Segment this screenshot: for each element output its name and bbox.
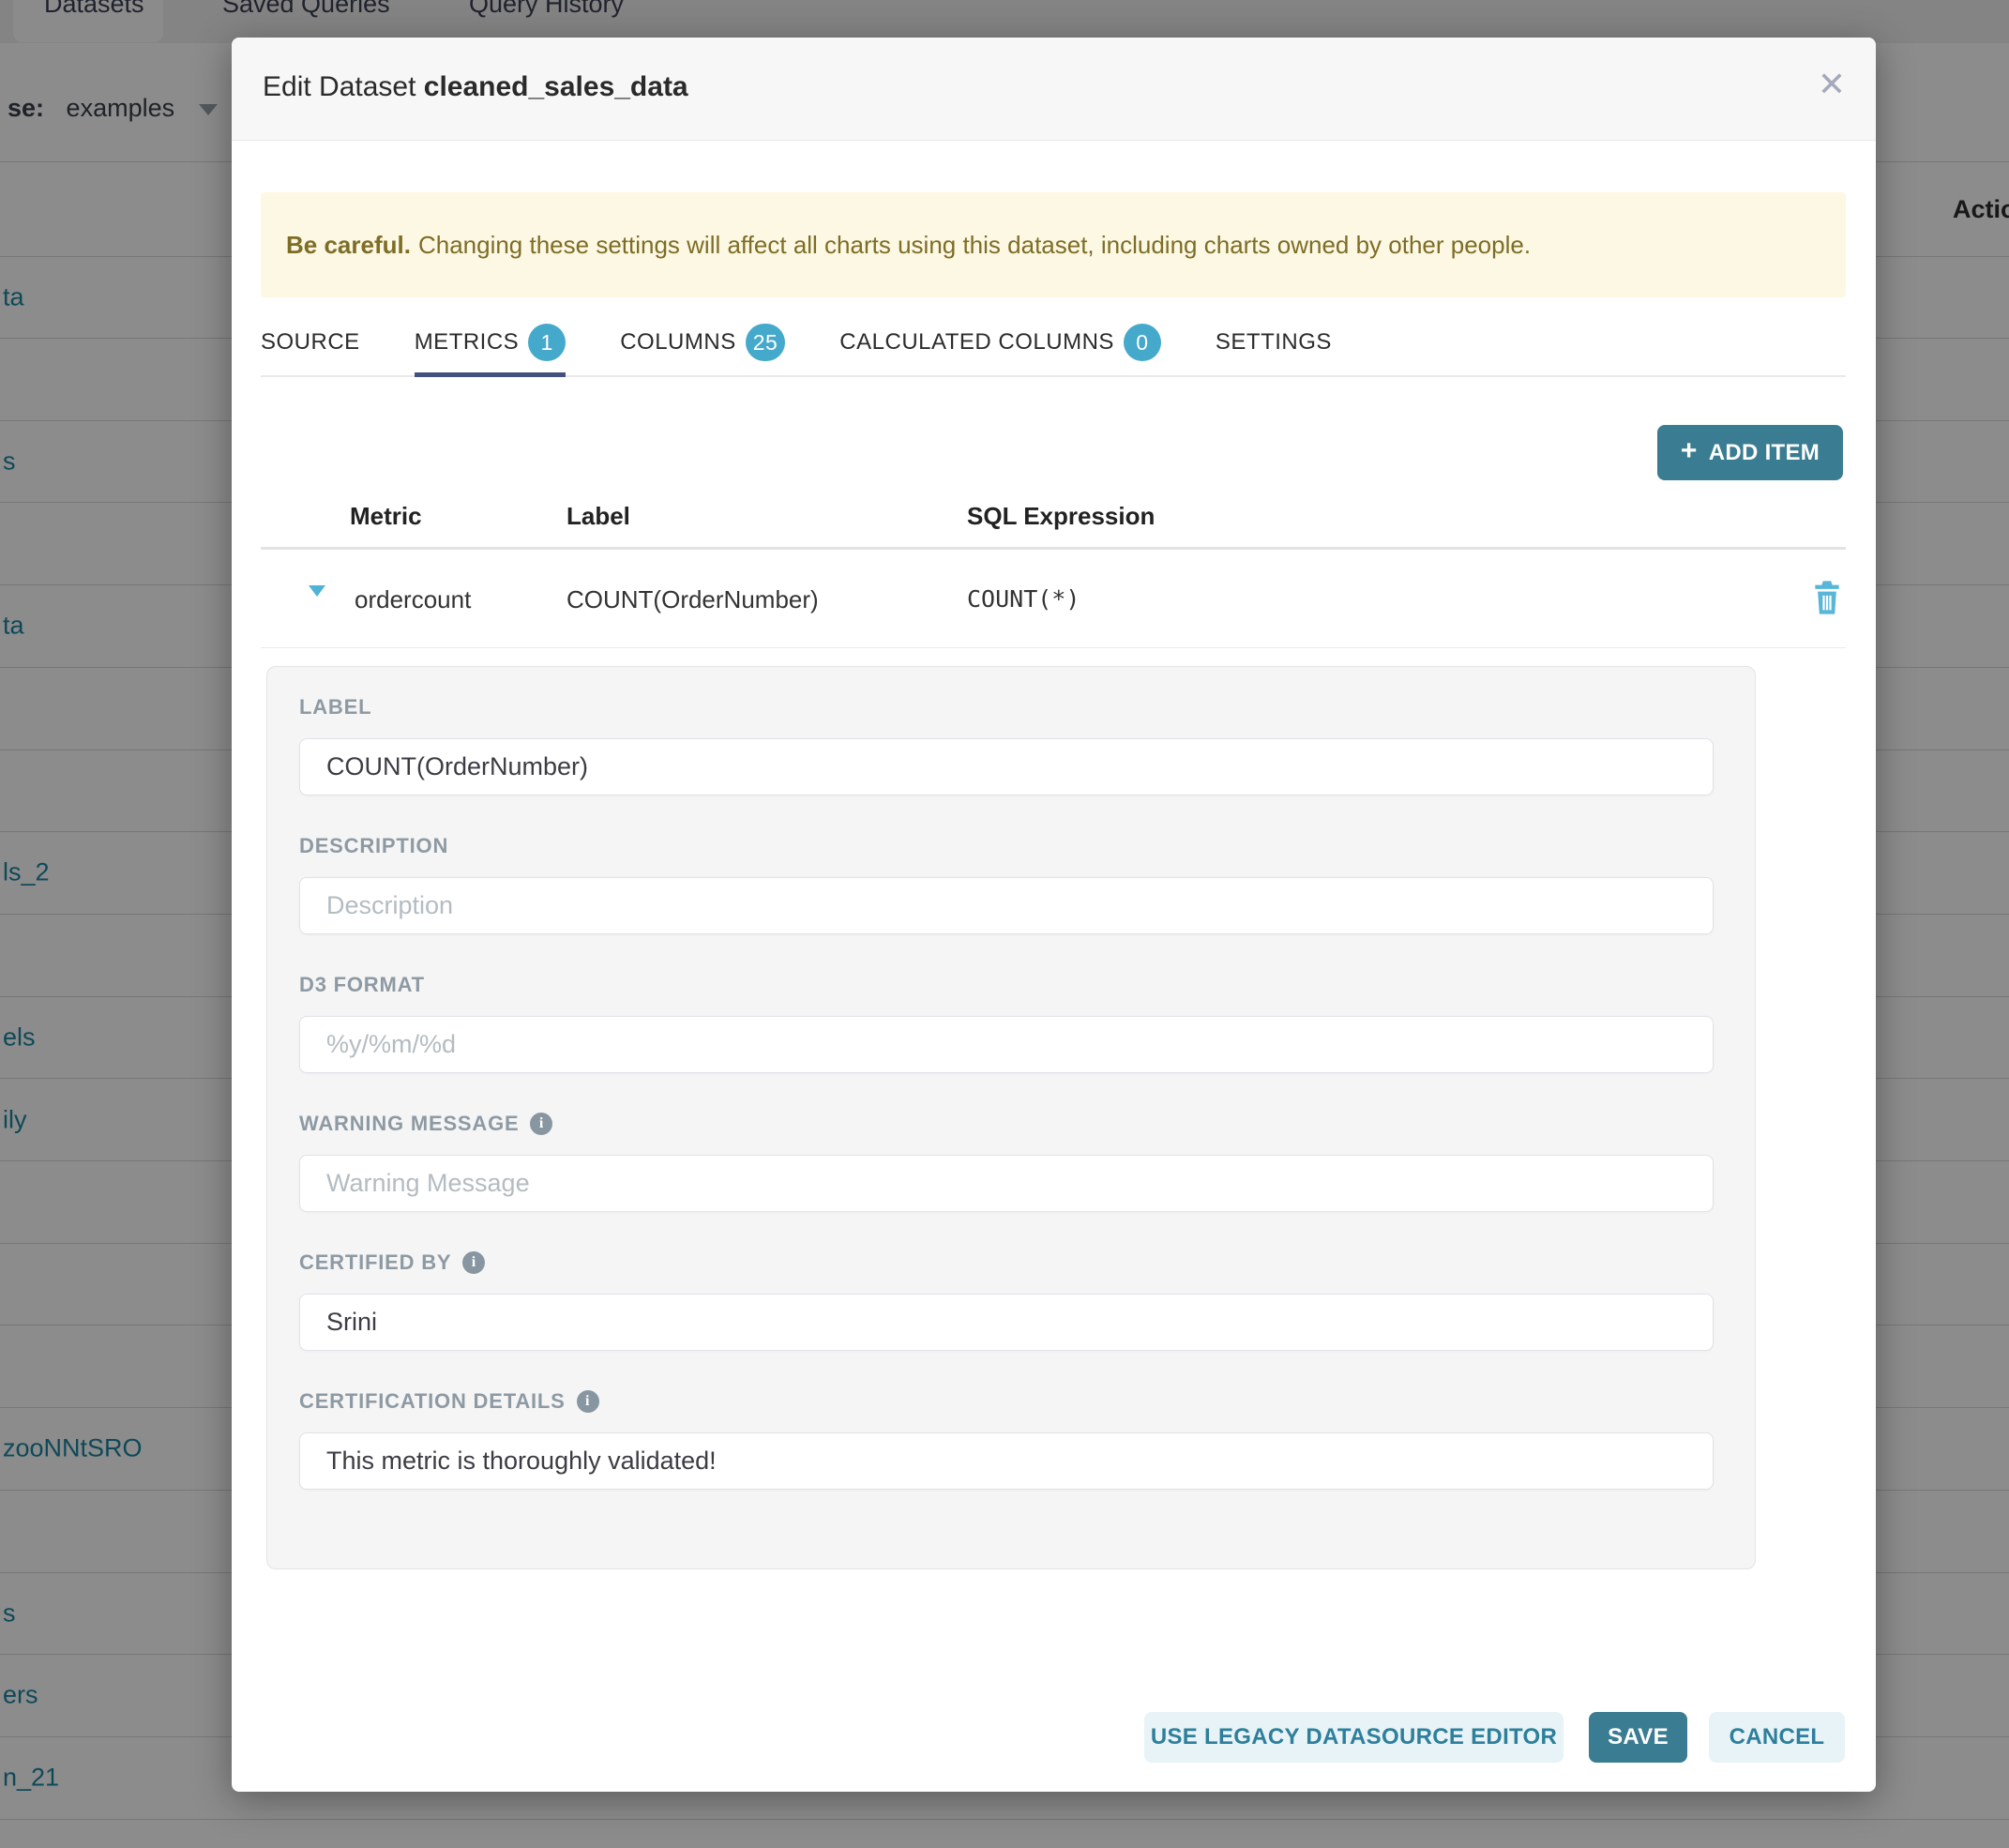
metric-name: ordercount — [355, 585, 471, 614]
modal-tabs: SOURCE METRICS 1 COLUMNS 25 CALCULATED C… — [261, 315, 1846, 377]
certification-details-field-label: CERTIFICATION DETAILSi — [299, 1389, 1714, 1414]
use-legacy-datasource-editor-button[interactable]: USE LEGACY DATASOURCE EDITOR — [1144, 1712, 1563, 1763]
collapse-caret-icon[interactable] — [309, 585, 325, 597]
tab-metrics-label: METRICS — [415, 329, 520, 356]
tab-settings-label: SETTINGS — [1216, 329, 1332, 356]
label-input[interactable] — [299, 738, 1714, 795]
tab-metrics[interactable]: METRICS 1 — [415, 315, 566, 375]
sql-expression-column-header: SQL Expression — [967, 502, 1155, 531]
save-button[interactable]: SAVE — [1589, 1712, 1687, 1763]
info-icon[interactable]: i — [462, 1251, 485, 1274]
metrics-table-header: Metric Label SQL Expression — [232, 502, 1876, 539]
description-field-label: DESCRIPTION — [299, 834, 1714, 858]
metric-detail-panel: LABEL DESCRIPTION D3 FORMAT WARNING MESS… — [266, 666, 1756, 1569]
plus-icon: + — [1681, 435, 1698, 467]
warning-message-input[interactable] — [299, 1155, 1714, 1212]
edit-dataset-modal: Edit Dataset cleaned_sales_data ✕ Be car… — [232, 38, 1876, 1792]
certified-by-field-label: CERTIFIED BYi — [299, 1250, 1714, 1275]
tab-settings[interactable]: SETTINGS — [1216, 315, 1332, 375]
description-field-group: DESCRIPTION — [299, 834, 1714, 858]
tab-columns-badge: 25 — [746, 324, 786, 361]
label-column-header: Label — [566, 502, 630, 531]
tab-source-label: SOURCE — [261, 329, 360, 356]
warning-message-field-label: WARNING MESSAGEi — [299, 1112, 1714, 1136]
metric-row-divider — [261, 647, 1846, 648]
warning-message-field-group: WARNING MESSAGEi — [299, 1112, 1714, 1136]
d3-format-field-label: D3 FORMAT — [299, 973, 1714, 997]
add-item-label: ADD ITEM — [1709, 440, 1820, 466]
modal-header: Edit Dataset cleaned_sales_data ✕ — [232, 38, 1876, 141]
metric-sql-expression: COUNT(*) — [967, 585, 1080, 613]
tab-metrics-badge: 1 — [528, 324, 566, 361]
info-icon[interactable]: i — [577, 1390, 599, 1413]
cancel-button[interactable]: CANCEL — [1709, 1712, 1845, 1763]
tab-calculated-columns-badge: 0 — [1124, 324, 1161, 361]
tab-source[interactable]: SOURCE — [261, 315, 360, 375]
tab-calculated-columns[interactable]: CALCULATED COLUMNS 0 — [839, 315, 1161, 375]
tab-columns[interactable]: COLUMNS 25 — [620, 315, 785, 375]
label-field-label: LABEL — [299, 695, 1714, 720]
metric-label: COUNT(OrderNumber) — [566, 585, 819, 614]
metric-column-header: Metric — [350, 502, 422, 531]
d3-format-input[interactable] — [299, 1016, 1714, 1073]
info-icon[interactable]: i — [530, 1113, 552, 1135]
delete-metric-icon[interactable] — [1811, 580, 1843, 615]
modal-title-dataset-name: cleaned_sales_data — [424, 71, 688, 102]
metric-row: ordercount COUNT(OrderNumber) COUNT(*) — [232, 563, 1876, 647]
add-item-button[interactable]: + ADD ITEM — [1657, 425, 1843, 480]
tab-columns-label: COLUMNS — [620, 329, 736, 356]
close-icon[interactable]: ✕ — [1818, 68, 1846, 101]
certification-details-input[interactable] — [299, 1432, 1714, 1490]
warning-banner-bold: Be careful. — [286, 231, 411, 260]
certification-details-field-group: CERTIFICATION DETAILSi — [299, 1389, 1714, 1414]
modal-title-prefix: Edit Dataset — [263, 71, 424, 102]
tab-calculated-columns-label: CALCULATED COLUMNS — [839, 329, 1114, 356]
description-input[interactable] — [299, 877, 1714, 934]
modal-title: Edit Dataset cleaned_sales_data — [263, 71, 688, 103]
warning-banner: Be careful. Changing these settings will… — [261, 192, 1846, 297]
certified-by-field-group: CERTIFIED BYi — [299, 1250, 1714, 1275]
label-field-group: LABEL — [299, 695, 1714, 720]
d3-format-field-group: D3 FORMAT — [299, 973, 1714, 997]
certified-by-input[interactable] — [299, 1294, 1714, 1351]
warning-banner-text: Changing these settings will affect all … — [418, 231, 1531, 260]
metrics-table-divider — [261, 547, 1846, 550]
